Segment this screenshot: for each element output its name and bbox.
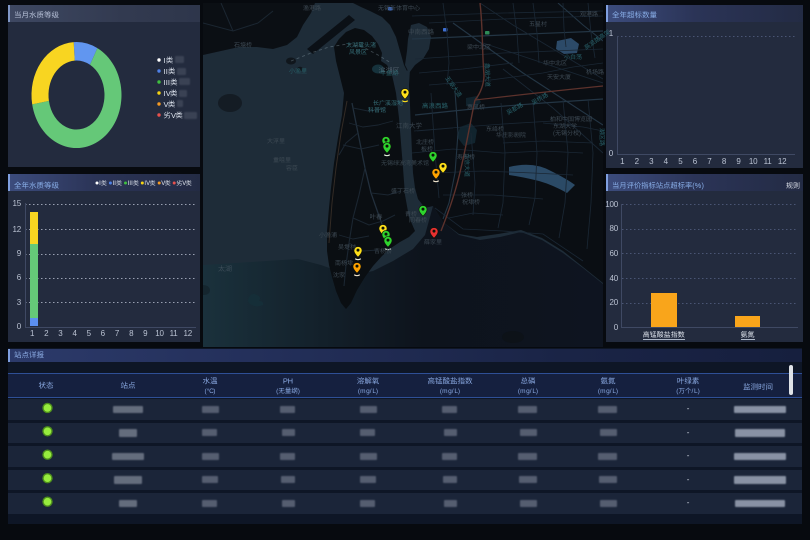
svg-text:m: m	[360, 388, 365, 395]
svg-text:): )	[579, 131, 581, 137]
svg-text:V: V	[161, 181, 165, 187]
svg-text:I: I	[99, 181, 101, 187]
svg-text:V: V	[166, 89, 171, 98]
svg-text:I: I	[168, 78, 170, 87]
svg-text:I: I	[114, 181, 116, 187]
svg-text:): )	[298, 388, 300, 395]
svg-text:I: I	[164, 89, 166, 98]
svg-text:(: (	[676, 388, 679, 395]
svg-text:(: (	[553, 131, 555, 137]
svg-text:g: g	[366, 388, 370, 395]
svg-text:I: I	[164, 78, 166, 87]
svg-text:): )	[616, 388, 618, 395]
svg-text:): )	[213, 388, 215, 395]
svg-text:L: L	[532, 388, 536, 395]
svg-text:/: /	[530, 388, 532, 395]
svg-text:/: /	[691, 388, 693, 395]
svg-text:(: (	[276, 388, 279, 395]
svg-text:%: %	[695, 181, 702, 190]
svg-text:g: g	[526, 388, 530, 395]
svg-text:I: I	[164, 67, 166, 76]
svg-text:g: g	[606, 388, 610, 395]
svg-text:V: V	[182, 181, 186, 187]
svg-text:H: H	[288, 377, 293, 386]
svg-text:): )	[376, 388, 378, 395]
svg-text:m: m	[442, 388, 447, 395]
svg-text:I: I	[113, 181, 115, 187]
svg-text:/: /	[370, 388, 372, 395]
svg-text:): )	[536, 388, 538, 395]
svg-text:m: m	[520, 388, 525, 395]
svg-text:I: I	[129, 181, 131, 187]
svg-text:m: m	[600, 388, 605, 395]
svg-text:I: I	[166, 67, 168, 76]
svg-text:I: I	[144, 181, 146, 187]
svg-text:L: L	[372, 388, 376, 395]
svg-text:/: /	[452, 388, 454, 395]
svg-text:L: L	[454, 388, 458, 395]
svg-text:P: P	[283, 377, 288, 386]
svg-text:I: I	[166, 78, 168, 87]
svg-text:I: I	[128, 181, 130, 187]
svg-text:): )	[698, 388, 700, 395]
svg-text:V: V	[164, 100, 169, 109]
svg-text:I: I	[164, 56, 166, 65]
svg-text:): )	[701, 181, 703, 190]
svg-text:/: /	[610, 388, 612, 395]
svg-text:g: g	[448, 388, 452, 395]
svg-text:L: L	[694, 388, 698, 395]
svg-text:L: L	[612, 388, 616, 395]
svg-text:V: V	[146, 181, 150, 187]
svg-text:I: I	[131, 181, 133, 187]
svg-text:V: V	[171, 111, 176, 120]
svg-text:): )	[458, 388, 460, 395]
